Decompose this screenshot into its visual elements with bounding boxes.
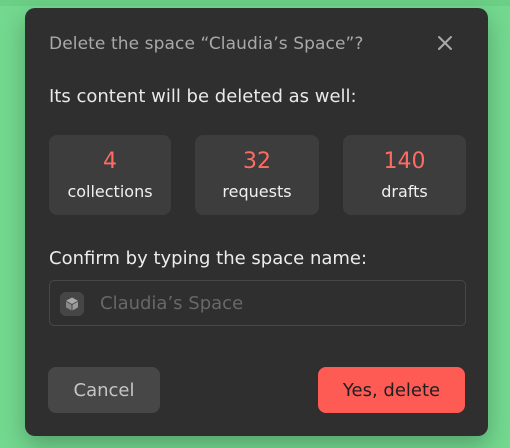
stats-row: 4 collections 32 requests 140 drafts: [49, 135, 466, 215]
space-name-input[interactable]: [100, 289, 455, 317]
confirm-label: Confirm by typing the space name:: [49, 248, 368, 269]
background-strip: [0, 0, 510, 6]
stat-label: collections: [67, 182, 153, 201]
stat-value: 4: [103, 149, 117, 174]
dialog-subtitle: Its content will be deleted as well:: [49, 86, 357, 107]
close-icon: [438, 36, 452, 50]
space-name-field[interactable]: [49, 280, 466, 326]
stat-collections: 4 collections: [49, 135, 171, 215]
confirm-delete-button[interactable]: Yes, delete: [318, 367, 465, 413]
cube-icon: [60, 292, 84, 316]
dialog-title: Delete the space “Claudia’s Space”?: [49, 34, 364, 54]
stat-label: drafts: [381, 182, 428, 201]
stat-value: 140: [383, 149, 426, 174]
stat-value: 32: [243, 149, 271, 174]
stat-label: requests: [222, 182, 292, 201]
delete-space-dialog: Delete the space “Claudia’s Space”? Its …: [25, 8, 488, 436]
cancel-button[interactable]: Cancel: [48, 367, 160, 413]
stat-drafts: 140 drafts: [343, 135, 466, 215]
stat-requests: 32 requests: [195, 135, 319, 215]
close-button[interactable]: [434, 32, 456, 54]
